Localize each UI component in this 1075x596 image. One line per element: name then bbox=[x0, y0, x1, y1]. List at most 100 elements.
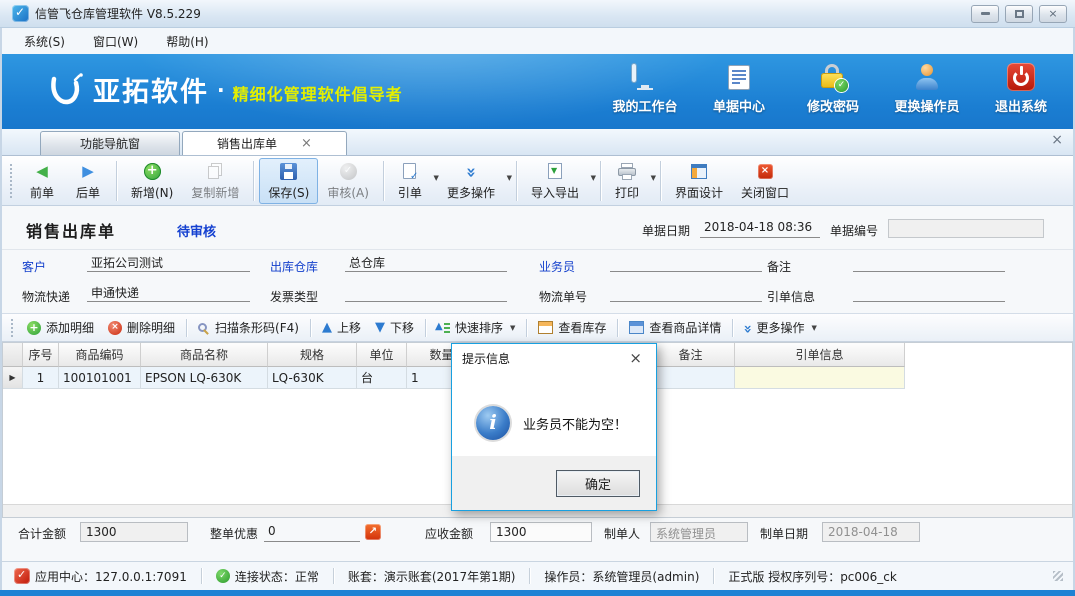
btn-move-down[interactable]: ▼ 下移 bbox=[368, 316, 421, 339]
tab-strip: 功能导航窗 销售出库单 × × bbox=[2, 129, 1073, 155]
btn-ui-design[interactable]: 界面设计 bbox=[666, 158, 732, 204]
brand-swoosh-icon bbox=[47, 72, 83, 108]
col-product-name[interactable]: 商品名称 bbox=[141, 343, 268, 367]
ref-info-cell bbox=[735, 367, 905, 389]
col-spec[interactable]: 规格 bbox=[268, 343, 357, 367]
btn-close-window[interactable]: × 关闭窗口 bbox=[732, 158, 798, 204]
menu-help[interactable]: 帮助(H) bbox=[154, 30, 220, 53]
prev-arrow-icon: ◀ bbox=[36, 164, 48, 179]
col-remark[interactable]: 备注 bbox=[647, 343, 735, 367]
btn-delete-detail[interactable]: × 删除明细 bbox=[101, 316, 182, 339]
col-product-code[interactable]: 商品编码 bbox=[59, 343, 141, 367]
btn-print[interactable]: 打印 ▼ bbox=[606, 158, 655, 204]
add-plus-icon: + bbox=[27, 321, 41, 335]
dropdown-caret-icon: ▼ bbox=[507, 174, 512, 182]
banner-action-switch-operator[interactable]: 更换操作员 bbox=[889, 62, 965, 115]
resize-grip[interactable] bbox=[1053, 571, 1063, 581]
logistics-field[interactable]: 申通快递 bbox=[87, 283, 250, 302]
btn-view-stock[interactable]: 查看库存 bbox=[531, 316, 613, 339]
tab-nav-panel[interactable]: 功能导航窗 bbox=[40, 131, 180, 155]
btn-more-actions[interactable]: » 更多操作 ▼ bbox=[438, 158, 511, 204]
btn-quick-sort[interactable]: 快速排序 ▼ bbox=[430, 316, 522, 339]
status-license: 正式版 授权序列号：pc006_ck bbox=[714, 568, 910, 585]
exit-power-icon bbox=[1007, 62, 1035, 92]
pull-doc-icon bbox=[403, 163, 416, 179]
invoice-type-field[interactable] bbox=[345, 283, 507, 302]
toolbar-drag-handle[interactable] bbox=[10, 164, 15, 198]
menu-system[interactable]: 系统(S) bbox=[12, 30, 77, 53]
doc-date-label: 单据日期 bbox=[642, 222, 690, 239]
salesman-field[interactable] bbox=[610, 253, 762, 272]
discount-label: 整单优惠 bbox=[210, 525, 258, 542]
status-bar: 应用中心：127.0.0.1:7091 ✓ 连接状态：正常 账套：演示账套(20… bbox=[2, 561, 1073, 590]
printer-icon bbox=[618, 165, 636, 180]
btn-save[interactable]: 保存(S) bbox=[259, 158, 318, 204]
banner-action-doc-center[interactable]: 单据中心 bbox=[701, 62, 777, 115]
copy-icon bbox=[208, 166, 219, 179]
btn-add-detail[interactable]: + 添加明细 bbox=[20, 316, 101, 339]
detail-toolbar: + 添加明细 × 删除明细 扫描条形码(F4) ▲ 上移 ▼ 下移 快速排序 ▼ bbox=[2, 313, 1073, 342]
maximize-button[interactable] bbox=[1005, 5, 1033, 23]
btn-new[interactable]: + 新增(N) bbox=[122, 158, 182, 204]
col-ref-info[interactable]: 引单信息 bbox=[735, 343, 905, 367]
dialog-close-icon[interactable]: × bbox=[625, 349, 646, 368]
connection-ok-icon: ✓ bbox=[216, 569, 230, 583]
chevrons-icon: » bbox=[741, 324, 755, 331]
warehouse-label: 出库仓库 bbox=[270, 258, 318, 275]
dialog-title: 提示信息 bbox=[462, 350, 510, 367]
up-arrow-icon: ▲ bbox=[322, 321, 332, 334]
tab-sales-outbound[interactable]: 销售出库单 × bbox=[182, 131, 347, 155]
discount-field[interactable]: 0 bbox=[264, 522, 360, 542]
receivable-field[interactable]: 1300 bbox=[490, 522, 592, 542]
layout-design-icon bbox=[691, 164, 707, 179]
doc-no-field bbox=[888, 219, 1044, 238]
ref-info-field[interactable] bbox=[853, 283, 1005, 302]
close-button[interactable]: × bbox=[1039, 5, 1067, 23]
btn-next-doc[interactable]: ▶ 后单 bbox=[65, 158, 111, 204]
status-badge: 待审核 bbox=[177, 221, 216, 240]
salesman-label: 业务员 bbox=[539, 258, 575, 275]
col-unit[interactable]: 单位 bbox=[357, 343, 407, 367]
receivable-label: 应收金额 bbox=[425, 525, 473, 542]
btn-import-export[interactable]: 导入导出 ▼ bbox=[522, 158, 595, 204]
btn-scan-barcode[interactable]: 扫描条形码(F4) bbox=[191, 316, 306, 339]
detail-toolbar-drag-handle[interactable] bbox=[11, 319, 15, 337]
remark-field[interactable] bbox=[853, 253, 1005, 272]
btn-audit: ✓ 审核(A) bbox=[318, 158, 378, 204]
chevrons-icon: » bbox=[462, 167, 479, 176]
delete-x-icon: × bbox=[108, 321, 122, 335]
dialog-title-bar[interactable]: 提示信息 × bbox=[452, 344, 656, 372]
logistics-label: 物流快递 bbox=[22, 288, 70, 305]
banner-action-exit[interactable]: 退出系统 bbox=[983, 62, 1059, 115]
brand-banner: 亚拓软件 · 精细化管理软件倡导者 我的工作台 单据中心 ✓ 修改 bbox=[2, 54, 1073, 129]
col-seq[interactable]: 序号 bbox=[23, 343, 59, 367]
close-window-icon: × bbox=[758, 164, 773, 179]
btn-prev-doc[interactable]: ◀ 前单 bbox=[19, 158, 65, 204]
btn-view-product-detail[interactable]: 查看商品详情 bbox=[622, 316, 728, 339]
warehouse-field[interactable]: 总仓库 bbox=[345, 253, 507, 272]
quick-discount-icon[interactable]: ↗ bbox=[365, 524, 381, 540]
banner-action-workbench[interactable]: 我的工作台 bbox=[607, 62, 683, 115]
brand-name: 亚拓软件 bbox=[93, 70, 209, 109]
banner-action-change-password[interactable]: ✓ 修改密码 bbox=[795, 62, 871, 115]
tabstrip-close-icon[interactable]: × bbox=[1051, 133, 1063, 147]
sort-icon bbox=[437, 321, 450, 334]
btn-copy-new: 复制新增 bbox=[182, 158, 248, 204]
btn-detail-more-actions[interactable]: » 更多操作 ▼ bbox=[737, 316, 823, 339]
minimize-button[interactable] bbox=[971, 5, 999, 23]
ok-button[interactable]: 确定 bbox=[556, 470, 640, 497]
menu-window[interactable]: 窗口(W) bbox=[81, 30, 150, 53]
magnifier-icon bbox=[198, 323, 207, 332]
tracking-no-label: 物流单号 bbox=[539, 288, 587, 305]
customer-label: 客户 bbox=[22, 258, 46, 275]
status-connection: ✓ 连接状态：正常 bbox=[202, 568, 333, 585]
btn-move-up[interactable]: ▲ 上移 bbox=[315, 316, 368, 339]
next-arrow-icon: ▶ bbox=[82, 164, 94, 179]
customer-field[interactable]: 亚拓公司测试 bbox=[87, 253, 250, 272]
doc-date-field[interactable]: 2018-04-18 08:36 bbox=[700, 218, 820, 238]
tracking-no-field[interactable] bbox=[610, 283, 762, 302]
tab-close-icon[interactable]: × bbox=[301, 136, 312, 151]
btn-pull-doc[interactable]: 引单 ▼ bbox=[389, 158, 438, 204]
doc-no-label: 单据编号 bbox=[830, 222, 878, 239]
audit-check-icon: ✓ bbox=[340, 163, 357, 180]
